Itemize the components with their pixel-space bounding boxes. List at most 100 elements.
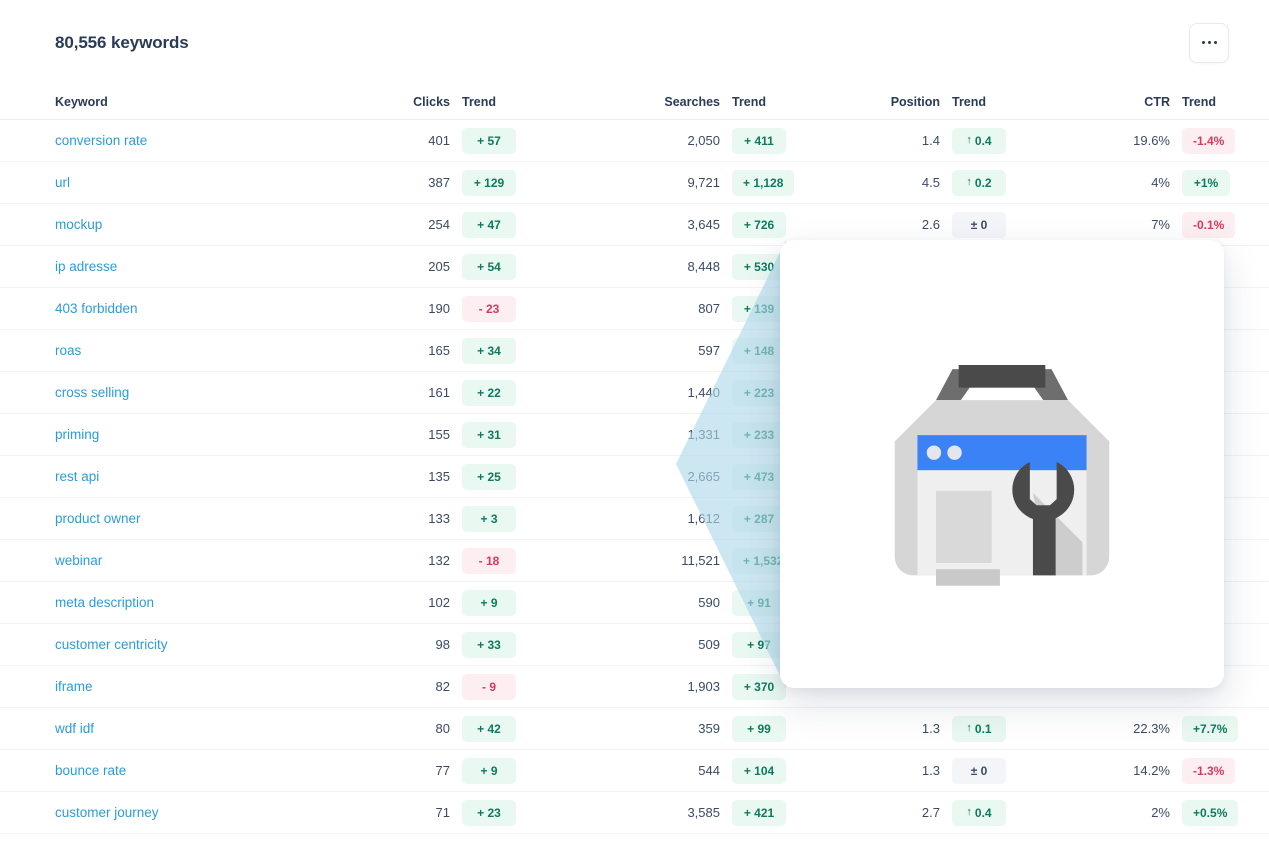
table-head: Keyword Clicks Trend Searches Trend Posi…	[0, 85, 1269, 120]
searches-trend-badge: + 233	[732, 421, 786, 448]
column-header-ctr[interactable]: CTR	[1090, 85, 1170, 120]
cell-searches: 1,440	[620, 371, 720, 414]
clicks-trend-badge: + 57	[462, 127, 516, 154]
keyword-preview-popup[interactable]	[780, 240, 1224, 688]
keyword-link[interactable]: roas	[55, 343, 81, 358]
ctr-trend-badge: +7.7%	[1182, 715, 1239, 742]
keyword-link[interactable]: customer journey	[55, 805, 159, 820]
cell-clicks-trend: - 18	[450, 539, 620, 582]
keyword-link[interactable]: 403 forbidden	[55, 301, 138, 316]
cell-clicks: 387	[390, 161, 450, 204]
searches-trend-badge: + 97	[732, 631, 786, 658]
searches-trend-badge: + 421	[732, 799, 786, 826]
keyword-link[interactable]: ip adresse	[55, 259, 117, 274]
column-header-ctr-trend[interactable]: Trend	[1170, 85, 1269, 120]
ctr-trend-badge: +1%	[1182, 169, 1230, 196]
cell-searches: 597	[620, 329, 720, 372]
cell-clicks: 132	[390, 539, 450, 582]
column-header-clicks[interactable]: Clicks	[390, 85, 450, 120]
column-header-position[interactable]: Position	[870, 85, 940, 120]
cell-searches-trend: + 421	[720, 791, 870, 834]
clicks-trend-badge: + 22	[462, 379, 516, 406]
column-header-searches[interactable]: Searches	[620, 85, 720, 120]
keyword-link[interactable]: customer centricity	[55, 637, 168, 652]
searches-trend-badge: + 370	[732, 673, 786, 700]
ellipsis-horizontal-icon	[1201, 41, 1217, 44]
keyword-link[interactable]: url	[55, 175, 70, 190]
table-row[interactable]: url 387 + 129 9,721 + 1,128 4.5 ↑ 0.2 4% +1%	[0, 161, 1269, 204]
table-row[interactable]: customer journey 71 + 23 3,585 + 421 2.7 ↑ 0.4 2…	[0, 791, 1269, 834]
cell-searches: 3,585	[620, 791, 720, 834]
ctr-trend-badge: -1.4%	[1182, 127, 1236, 154]
cell-clicks-trend: + 9	[450, 581, 620, 624]
ctr-trend-badge: +0.5%	[1182, 799, 1239, 826]
cell-searches-trend: + 99	[720, 707, 870, 750]
cell-ctr-trend: +1%	[1170, 161, 1269, 204]
keyword-link[interactable]: priming	[55, 427, 99, 442]
cell-clicks-trend: + 57	[450, 119, 620, 162]
cell-position: 1.4	[870, 119, 940, 162]
cell-searches: 2,665	[620, 455, 720, 498]
cell-clicks: 102	[390, 581, 450, 624]
keyword-link[interactable]: wdf idf	[55, 721, 94, 736]
more-options-button[interactable]	[1189, 22, 1229, 63]
column-header-keyword[interactable]: Keyword	[0, 85, 390, 120]
column-header-position-trend[interactable]: Trend	[940, 85, 1090, 120]
clicks-trend-badge: + 33	[462, 631, 516, 658]
keyword-link[interactable]: mockup	[55, 217, 102, 232]
cell-clicks: 98	[390, 623, 450, 666]
keyword-link[interactable]: product owner	[55, 511, 141, 526]
position-trend-badge: ↑ 0.4	[952, 799, 1006, 826]
table-row[interactable]: wdf idf 80 + 42 359 + 99 1.3 ↑ 0.1 22.3% +7.7%	[0, 707, 1269, 750]
searches-trend-badge: + 148	[732, 337, 786, 364]
seo-toolbox-icon	[894, 365, 1110, 586]
cell-ctr: 2%	[1090, 791, 1170, 834]
keyword-link[interactable]: conversion rate	[55, 133, 147, 148]
cell-searches: 8,448	[620, 245, 720, 288]
clicks-trend-badge: + 9	[462, 589, 516, 616]
searches-trend-badge: + 1,128	[732, 169, 795, 196]
cell-ctr: 14.2%	[1090, 749, 1170, 792]
keyword-link[interactable]: cross selling	[55, 385, 129, 400]
column-header-searches-trend[interactable]: Trend	[720, 85, 870, 120]
ctr-trend-badge: -1.3%	[1182, 757, 1236, 784]
cell-searches: 359	[620, 707, 720, 750]
cell-clicks-trend: + 47	[450, 203, 620, 246]
clicks-trend-badge: + 47	[462, 211, 516, 238]
clicks-trend-badge: + 129	[462, 169, 516, 196]
cell-clicks: 165	[390, 329, 450, 372]
cell-clicks-trend: + 25	[450, 455, 620, 498]
cell-searches: 1,612	[620, 497, 720, 540]
cell-clicks: 82	[390, 665, 450, 708]
keyword-link[interactable]: bounce rate	[55, 763, 126, 778]
cell-ctr: 22.3%	[1090, 707, 1170, 750]
cell-position-trend: ↑ 0.4	[940, 119, 1090, 162]
keywords-card: 80,556 keywords Keyword Clicks Trend Sea…	[0, 0, 1269, 851]
cell-clicks-trend: + 9	[450, 749, 620, 792]
cell-clicks: 77	[390, 749, 450, 792]
clicks-trend-badge: + 31	[462, 421, 516, 448]
searches-trend-badge: + 139	[732, 295, 786, 322]
cell-clicks-trend: - 23	[450, 287, 620, 330]
keyword-link[interactable]: iframe	[55, 679, 93, 694]
position-trend-badge: ↑ 0.1	[952, 715, 1006, 742]
position-trend-badge: ± 0	[952, 757, 1006, 784]
cell-position-trend: ↑ 0.2	[940, 161, 1090, 204]
position-trend-badge: ↑ 0.2	[952, 169, 1006, 196]
table-row[interactable]: conversion rate 401 + 57 2,050 + 411 1.4 ↑ 0.4 1…	[0, 119, 1269, 162]
cell-clicks: 71	[390, 791, 450, 834]
cell-clicks: 135	[390, 455, 450, 498]
column-header-clicks-trend[interactable]: Trend	[450, 85, 620, 120]
cell-searches-trend: + 1,128	[720, 161, 870, 204]
table-row[interactable]: bounce rate 77 + 9 544 + 104 1.3 ± 0 14.2% -1.3%	[0, 749, 1269, 792]
cell-searches: 2,050	[620, 119, 720, 162]
cell-clicks-trend: + 3	[450, 497, 620, 540]
cell-clicks-trend: + 42	[450, 707, 620, 750]
keyword-link[interactable]: rest api	[55, 469, 99, 484]
clicks-trend-badge: - 9	[462, 673, 516, 700]
cell-searches-trend: + 411	[720, 119, 870, 162]
keyword-link[interactable]: meta description	[55, 595, 154, 610]
cell-position-trend: ↑ 0.4	[940, 791, 1090, 834]
keyword-link[interactable]: webinar	[55, 553, 102, 568]
cell-clicks-trend: + 34	[450, 329, 620, 372]
